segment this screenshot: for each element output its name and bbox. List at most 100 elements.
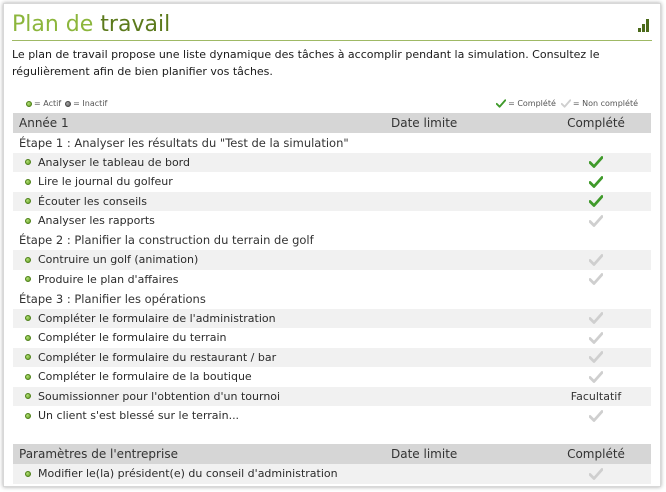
task-label-cell: Compléter le formulaire du terrain — [13, 331, 541, 344]
legend-activity: = Actif = Inactif — [26, 99, 107, 108]
column-header-complete: Complété — [567, 116, 625, 130]
page-title-part2: travail — [100, 12, 171, 37]
task-label-cell: Un client s'est blessé sur le terrain... — [13, 409, 541, 422]
task-label[interactable]: Lire le journal du golfeur — [38, 175, 173, 188]
check-complete-icon — [496, 99, 507, 108]
active-dot-icon — [25, 315, 31, 322]
task-status — [541, 175, 651, 188]
column-header-name: Année 1 — [19, 116, 69, 130]
active-dot-icon — [25, 373, 31, 380]
task-status — [541, 156, 651, 169]
page-title-part1: Plan de — [12, 12, 94, 37]
active-dot-icon — [25, 354, 31, 361]
task-status — [541, 273, 651, 286]
active-dot-icon — [25, 393, 31, 400]
task-status — [541, 195, 651, 208]
active-dot-icon — [26, 100, 32, 107]
check-complete-icon — [589, 156, 603, 169]
active-dot-icon — [25, 178, 31, 185]
inactive-dot-icon — [65, 100, 72, 107]
task-row[interactable]: Analyser le tableau de bord — [13, 152, 651, 172]
legend-completion: = Complété = Non complété — [496, 99, 638, 108]
task-label-cell: Écouter les conseils — [13, 195, 541, 208]
title-row: Plan de travail — [12, 10, 652, 40]
task-row[interactable]: Écouter les conseils — [13, 191, 651, 211]
active-dot-icon — [25, 334, 31, 341]
task-label-cell: Lire le journal du golfeur — [13, 175, 541, 188]
task-label[interactable]: Compléter le formulaire de l'administrat… — [38, 312, 276, 325]
check-pending-icon — [589, 409, 603, 422]
active-dot-icon — [25, 412, 31, 419]
task-row[interactable]: Compléter le formulaire de l'administrat… — [13, 308, 651, 328]
column-header-deadline: Date limite — [391, 447, 458, 461]
task-label-cell: Analyser le tableau de bord — [13, 156, 541, 169]
task-label-cell: Compléter le formulaire de la boutique — [13, 370, 541, 383]
task-label[interactable]: Compléter le formulaire du restaurant / … — [38, 351, 276, 364]
legend-not-complete-label: = Non complété — [572, 99, 638, 108]
page-title: Plan de travail — [12, 10, 652, 40]
check-complete-icon — [589, 195, 603, 208]
intro-text: Le plan de travail propose une liste dyn… — [12, 48, 600, 78]
active-dot-icon — [25, 217, 31, 224]
optional-label: Facultatif — [570, 389, 622, 403]
task-label[interactable]: Soumissionner pour l'obtention d'un tour… — [38, 390, 280, 403]
task-row[interactable]: Analyser les rapports — [13, 211, 651, 231]
active-dot-icon — [25, 159, 31, 166]
task-label[interactable]: Analyser les rapports — [38, 214, 155, 227]
task-label-cell: Modifier le(la) président(e) du conseil … — [13, 467, 541, 480]
task-row[interactable]: Compléter le formulaire de la boutique — [13, 367, 651, 387]
task-label-cell: Produire le plan d'affaires — [13, 273, 541, 286]
stage-heading: Étape 1 : Analyser les résultats du "Tes… — [19, 135, 349, 150]
check-pending-icon — [589, 214, 603, 227]
task-label[interactable]: Un client s'est blessé sur le terrain... — [38, 409, 239, 422]
task-label-cell: Compléter le formulaire du restaurant / … — [13, 351, 541, 364]
task-label[interactable]: Contruire un golf (animation) — [38, 253, 198, 266]
column-header-name: Paramètres de l'entreprise — [19, 447, 178, 461]
check-complete-icon — [589, 175, 603, 188]
check-pending-icon — [589, 370, 603, 383]
check-pending-icon — [589, 312, 603, 325]
check-pending-icon — [589, 331, 603, 344]
title-divider — [12, 40, 652, 41]
check-pending-icon — [589, 351, 603, 364]
stage-heading: Étape 3 : Planifier les opérations — [19, 291, 206, 306]
task-status — [541, 331, 651, 344]
task-row[interactable]: Lire le journal du golfeur — [13, 172, 651, 192]
task-status: Facultatif — [541, 390, 651, 403]
company-table-header: Paramètres de l'entreprise Date limite C… — [13, 444, 651, 464]
task-row[interactable]: Compléter le formulaire du restaurant / … — [13, 347, 651, 367]
task-label[interactable]: Compléter le formulaire de la boutique — [38, 370, 252, 383]
task-label-cell: Soumissionner pour l'obtention d'un tour… — [13, 390, 541, 403]
task-label[interactable]: Produire le plan d'affaires — [38, 273, 178, 286]
task-row[interactable]: Compléter le formulaire du terrain — [13, 328, 651, 348]
task-label[interactable]: Écouter les conseils — [38, 195, 147, 208]
task-label[interactable]: Analyser le tableau de bord — [38, 156, 190, 169]
check-pending-icon — [589, 467, 603, 480]
task-status — [541, 351, 651, 364]
bar-chart-icon[interactable] — [638, 18, 650, 32]
active-dot-icon — [25, 276, 31, 283]
task-status — [541, 214, 651, 227]
check-pending-icon — [560, 99, 571, 108]
task-row[interactable]: Un client s'est blessé sur le terrain... — [13, 406, 651, 426]
task-label-cell: Contruire un golf (animation) — [13, 253, 541, 266]
task-row[interactable]: Modifier le(la) président(e) du conseil … — [13, 464, 651, 484]
year-table: Année 1 Date limite Complété Étape 1 : A… — [13, 113, 651, 426]
active-dot-icon — [25, 470, 31, 477]
legend-active-label: = Actif — [34, 99, 62, 108]
column-header-deadline: Date limite — [391, 116, 458, 130]
task-row[interactable]: Contruire un golf (animation) — [13, 250, 651, 270]
task-label-cell: Compléter le formulaire de l'administrat… — [13, 312, 541, 325]
work-plan-panel: Plan de travail Le plan de travail propo… — [3, 3, 661, 487]
task-label[interactable]: Modifier le(la) président(e) du conseil … — [38, 467, 338, 480]
active-dot-icon — [25, 256, 31, 263]
task-label[interactable]: Compléter le formulaire du terrain — [38, 331, 227, 344]
task-status — [541, 409, 651, 422]
task-row[interactable]: Produire le plan d'affaires — [13, 270, 651, 290]
task-status — [541, 370, 651, 383]
task-row[interactable]: Soumissionner pour l'obtention d'un tour… — [13, 386, 651, 406]
check-pending-icon — [589, 273, 603, 286]
task-status — [541, 467, 651, 480]
company-table: Paramètres de l'entreprise Date limite C… — [13, 444, 651, 484]
check-pending-icon — [589, 253, 603, 266]
